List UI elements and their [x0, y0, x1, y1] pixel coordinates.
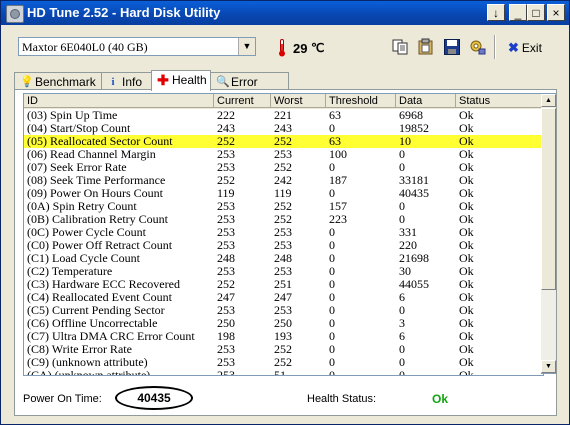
- thermometer-icon: [279, 39, 285, 57]
- tab-error-scan[interactable]: 🔍 Error Scan: [210, 72, 289, 107]
- exit-button[interactable]: ✖ Exit: [508, 40, 542, 56]
- health-cross-icon: ✚: [157, 72, 169, 88]
- column-header-status[interactable]: Status: [456, 94, 543, 108]
- save-icon[interactable]: [443, 38, 461, 56]
- info-icon: i: [111, 76, 115, 88]
- power-on-time-label: Power On Time:: [23, 393, 102, 405]
- exit-label: Exit: [521, 41, 542, 55]
- table-row[interactable]: (CA) (unknown attribute) 253 51 0 0 Ok: [24, 368, 543, 376]
- tab-benchmark[interactable]: 💡 Benchmark: [14, 72, 102, 90]
- health-panel: ID Current Worst Threshold Data Status (…: [14, 89, 557, 416]
- tab-info-label: Info: [122, 75, 143, 89]
- maximize-button[interactable]: □: [527, 4, 545, 21]
- column-header-worst[interactable]: Worst: [271, 94, 326, 108]
- hd-tune-app-icon: [6, 5, 24, 23]
- drive-select[interactable]: Maxtor 6E040L0 (40 GB) ▼: [18, 37, 256, 56]
- scroll-down-arrow-icon[interactable]: ▼: [541, 360, 556, 373]
- minimize-button[interactable]: _: [509, 4, 527, 21]
- tab-health-label: Health: [172, 73, 207, 87]
- lightbulb-icon: 💡: [20, 76, 34, 88]
- close-button[interactable]: ×: [547, 4, 565, 21]
- health-status-label: Health Status:: [307, 393, 377, 405]
- table-header: ID Current Worst Threshold Data Status: [24, 94, 543, 109]
- table-cell: 253: [217, 368, 235, 376]
- column-header-threshold[interactable]: Threshold: [326, 94, 396, 108]
- arrow-down-button[interactable]: ↓: [487, 4, 505, 21]
- column-header-data[interactable]: Data: [396, 94, 456, 108]
- scrollbar-thumb[interactable]: [541, 108, 556, 290]
- table-cell: 0: [399, 368, 405, 376]
- column-header-current[interactable]: Current: [214, 94, 271, 108]
- copy-icon[interactable]: [391, 38, 409, 56]
- table-cell: 0: [329, 368, 335, 376]
- chevron-down-icon[interactable]: ▼: [238, 38, 255, 55]
- toolbar: Maxtor 6E040L0 (40 GB) ▼ 29 ℃ ✖ Exit: [1, 27, 569, 65]
- tab-health[interactable]: ✚ Health: [151, 70, 211, 91]
- options-icon[interactable]: [469, 38, 487, 56]
- table-cell: Ok: [459, 368, 474, 376]
- smart-attributes-table[interactable]: ID Current Worst Threshold Data Status (…: [23, 93, 544, 376]
- magnifier-icon: 🔍: [216, 76, 230, 88]
- scroll-up-arrow-icon[interactable]: ▲: [541, 94, 556, 107]
- exit-icon: ✖: [508, 40, 519, 55]
- tab-benchmark-label: Benchmark: [35, 75, 96, 89]
- tab-info[interactable]: i Info: [101, 72, 152, 90]
- app-window: HD Tune 2.52 - Hard Disk Utility ↓ _ □ ×…: [0, 0, 570, 425]
- health-status-value: Ok: [432, 392, 449, 406]
- drive-select-value: Maxtor 6E040L0 (40 GB): [22, 40, 148, 54]
- power-on-time-value: 40435: [115, 386, 193, 410]
- window-title: HD Tune 2.52 - Hard Disk Utility: [27, 5, 221, 20]
- copy-all-icon[interactable]: [417, 38, 435, 56]
- table-cell: (CA) (unknown attribute): [27, 368, 151, 376]
- title-bar[interactable]: HD Tune 2.52 - Hard Disk Utility ↓ _ □ ×: [1, 1, 569, 25]
- temperature-unit: ℃: [311, 41, 325, 55]
- table-cell: 51: [274, 368, 286, 376]
- toolbar-separator: [494, 35, 496, 59]
- temperature-value: 29: [293, 41, 308, 56]
- vertical-scrollbar[interactable]: ▲ ▼: [541, 93, 556, 374]
- column-header-id[interactable]: ID: [24, 94, 214, 108]
